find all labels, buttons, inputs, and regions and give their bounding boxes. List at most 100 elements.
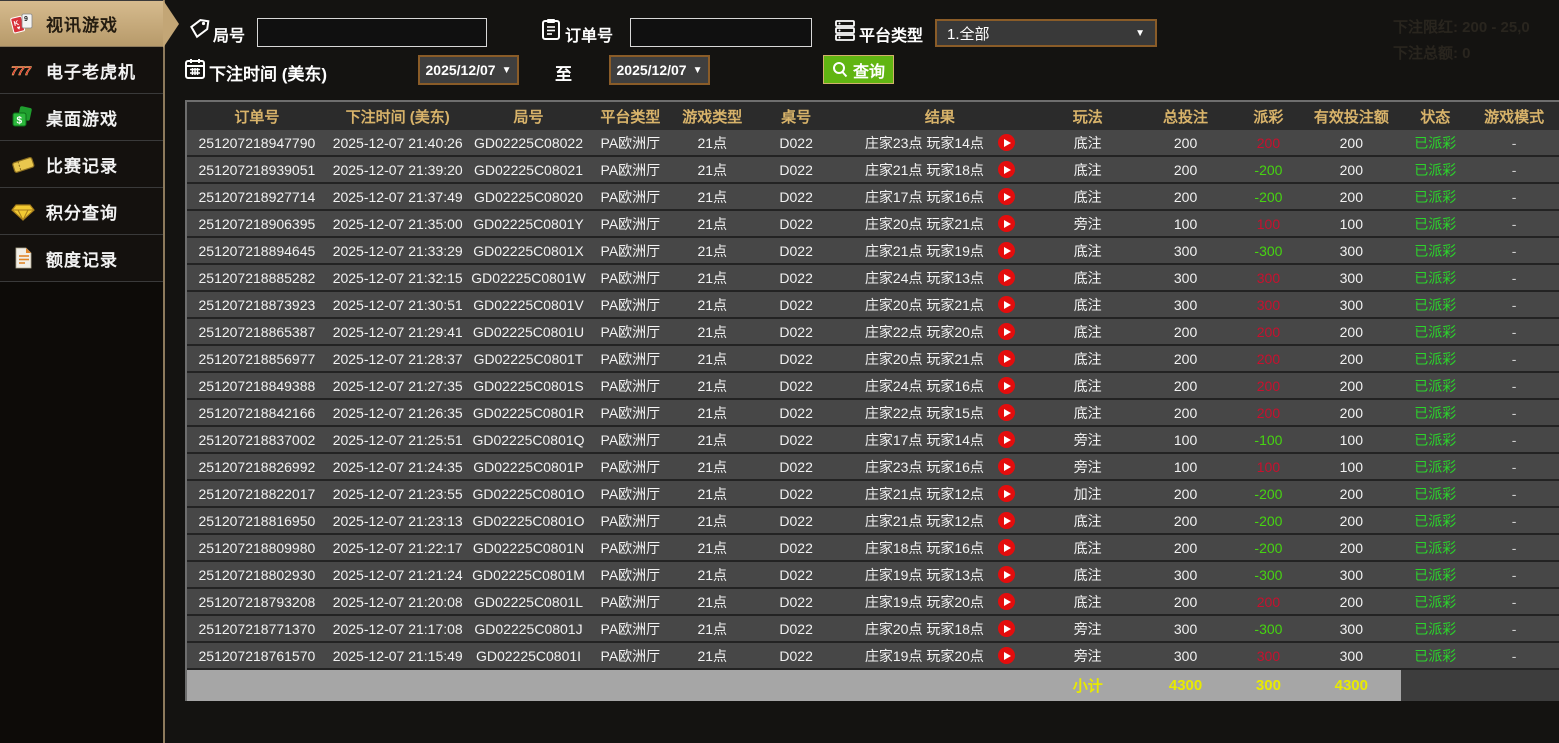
result-text: 庄家21点 玩家18点	[865, 160, 984, 180]
cell-bet-time: 2025-12-07 21:20:08	[327, 589, 469, 614]
cell-order-id: 251207218793208	[187, 589, 327, 614]
cell-game-type: 21点	[672, 454, 752, 479]
cell-total-bet: 200	[1136, 535, 1236, 560]
cell-result: 庄家20点 玩家21点	[840, 346, 1040, 371]
cell-valid-bet: 300	[1301, 292, 1401, 317]
play-video-button[interactable]	[998, 350, 1015, 367]
play-video-button[interactable]	[998, 296, 1015, 313]
play-video-button[interactable]	[998, 404, 1015, 421]
result-text: 庄家19点 玩家13点	[865, 565, 984, 585]
play-video-button[interactable]	[998, 512, 1015, 529]
cell-result: 庄家20点 玩家18点	[840, 616, 1040, 641]
records-table: 订单号下注时间 (美东)局号平台类型游戏类型桌号结果玩法总投注派彩有效投注额状态…	[185, 100, 1559, 701]
column-header-bet-time: 下注时间 (美东)	[327, 102, 469, 130]
play-video-button[interactable]	[998, 242, 1015, 259]
cell-platform: PA欧洲厅	[588, 589, 672, 614]
sidebar: K♥9视讯游戏777电子老虎机$桌面游戏比赛记录积分查询额度记录	[0, 0, 165, 743]
query-button[interactable]: 查询	[823, 55, 894, 84]
cell-total-bet: 300	[1136, 616, 1236, 641]
cell-status: 已派彩	[1401, 454, 1469, 479]
play-video-button[interactable]	[998, 215, 1015, 232]
cell-result: 庄家19点 玩家20点	[840, 643, 1040, 668]
order-id-input[interactable]	[630, 18, 812, 47]
cell-round-id: GD02225C0801P	[469, 454, 589, 479]
sidebar-item-points-query[interactable]: 积分查询	[0, 188, 163, 235]
cell-table-no: D022	[752, 589, 840, 614]
play-video-button[interactable]	[998, 485, 1015, 502]
play-video-button[interactable]	[998, 593, 1015, 610]
subtotal-table-no	[752, 670, 840, 701]
cell-payout: 200	[1235, 130, 1301, 155]
play-video-button[interactable]	[998, 431, 1015, 448]
ticket-icon	[10, 152, 36, 176]
cell-platform: PA欧洲厅	[588, 562, 672, 587]
chevron-down-icon: ▼	[693, 65, 703, 76]
cell-game-type: 21点	[672, 481, 752, 506]
cell-game-mode: -	[1469, 346, 1559, 371]
cell-table-no: D022	[752, 292, 840, 317]
sidebar-item-match-records[interactable]: 比赛记录	[0, 141, 163, 188]
cell-order-id: 251207218842166	[187, 400, 327, 425]
play-video-button[interactable]	[998, 458, 1015, 475]
cell-order-id: 251207218873923	[187, 292, 327, 317]
table-row: 2512072189390512025-12-07 21:39:20GD0222…	[187, 157, 1559, 184]
cell-payout: 200	[1235, 589, 1301, 614]
play-video-button[interactable]	[998, 539, 1015, 556]
cell-table-no: D022	[752, 454, 840, 479]
cell-round-id: GD02225C0801O	[469, 508, 589, 533]
cell-platform: PA欧洲厅	[588, 481, 672, 506]
watermark-limit-text: 下注限红: 200 - 25,0	[1393, 16, 1530, 37]
cell-play-type: 底注	[1040, 346, 1136, 371]
cell-play-type: 底注	[1040, 238, 1136, 263]
table-row: 2512072187932082025-12-07 21:20:08GD0222…	[187, 589, 1559, 616]
cell-table-no: D022	[752, 535, 840, 560]
play-video-button[interactable]	[998, 161, 1015, 178]
cell-order-id: 251207218826992	[187, 454, 327, 479]
to-label: 至	[555, 60, 572, 85]
table-row: 2512072187615702025-12-07 21:15:49GD0222…	[187, 643, 1559, 670]
date-from-select[interactable]: 2025/12/07 ▼	[418, 55, 519, 85]
cell-play-type: 底注	[1040, 373, 1136, 398]
cell-result: 庄家21点 玩家19点	[840, 238, 1040, 263]
chevron-down-icon: ▼	[502, 65, 512, 76]
platform-type-select[interactable]: 1.全部 ▼	[935, 19, 1157, 47]
play-video-button[interactable]	[998, 188, 1015, 205]
cell-play-type: 旁注	[1040, 616, 1136, 641]
sidebar-item-video-games[interactable]: K♥9视讯游戏	[0, 0, 163, 47]
cell-total-bet: 300	[1136, 292, 1236, 317]
play-video-button[interactable]	[998, 323, 1015, 340]
cell-play-type: 旁注	[1040, 211, 1136, 236]
play-video-button[interactable]	[998, 647, 1015, 664]
cell-game-mode: -	[1469, 400, 1559, 425]
cell-payout: -200	[1235, 157, 1301, 182]
subtotal-order-id	[187, 670, 327, 701]
sidebar-item-slots[interactable]: 777电子老虎机	[0, 47, 163, 94]
cell-total-bet: 200	[1136, 184, 1236, 209]
cell-valid-bet: 200	[1301, 319, 1401, 344]
cell-result: 庄家18点 玩家16点	[840, 535, 1040, 560]
date-to-select[interactable]: 2025/12/07 ▼	[609, 55, 710, 85]
round-id-input[interactable]	[257, 18, 487, 47]
filter-bar: 局号 订单号 平台类型 1.全部 ▼ 下注时间 (美东) 2025/12/07 …	[167, 0, 1559, 100]
cell-round-id: GD02225C0801J	[469, 616, 589, 641]
clipboard-icon	[539, 17, 563, 41]
cell-round-id: GD02225C0801T	[469, 346, 589, 371]
play-video-button[interactable]	[998, 134, 1015, 151]
play-video-button[interactable]	[998, 377, 1015, 394]
cell-table-no: D022	[752, 184, 840, 209]
sidebar-item-quota-records[interactable]: 额度记录	[0, 235, 163, 282]
cell-bet-time: 2025-12-07 21:37:49	[327, 184, 469, 209]
cell-bet-time: 2025-12-07 21:30:51	[327, 292, 469, 317]
sidebar-item-table-games[interactable]: $桌面游戏	[0, 94, 163, 141]
play-video-button[interactable]	[998, 566, 1015, 583]
cell-platform: PA欧洲厅	[588, 211, 672, 236]
play-video-button[interactable]	[998, 620, 1015, 637]
play-video-button[interactable]	[998, 269, 1015, 286]
cell-game-mode: -	[1469, 589, 1559, 614]
cell-order-id: 251207218947790	[187, 130, 327, 155]
cell-status: 已派彩	[1401, 319, 1469, 344]
cell-order-id: 251207218885282	[187, 265, 327, 290]
subtotal-round-id	[469, 670, 589, 701]
cell-round-id: GD02225C0801V	[469, 292, 589, 317]
cell-result: 庄家22点 玩家20点	[840, 319, 1040, 344]
